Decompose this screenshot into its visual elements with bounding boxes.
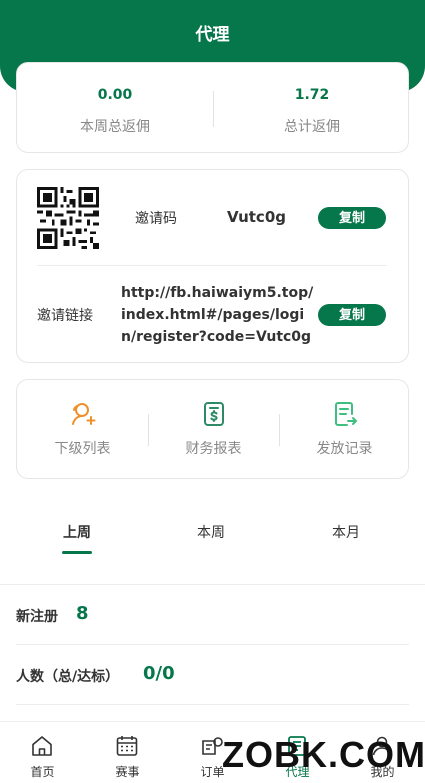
issue-record-icon <box>335 402 358 426</box>
qr-code-icon <box>37 187 99 249</box>
people-count-value: 0/0 <box>143 663 175 684</box>
invite-link-value: http://fb.haiwaiym5.top/index.html#/page… <box>121 285 314 345</box>
copy-invite-code-button[interactable]: 复制 <box>318 207 386 229</box>
nav-label-events: 赛事 <box>115 765 140 779</box>
week-commission-value: 0.00 <box>97 87 133 103</box>
invite-card: 邀请码 Vutc0g 复制 邀请链接 http://fb.haiwaiym5.t… <box>16 169 409 363</box>
nav-label-home: 首页 <box>30 765 55 779</box>
total-commission-stat: 1.72 总计返佣 <box>214 63 410 154</box>
tab-this-week[interactable]: 本周 <box>171 522 251 542</box>
active-tab-indicator <box>62 551 92 554</box>
tab-this-month[interactable]: 本月 <box>306 522 386 542</box>
nav-home[interactable]: 首页 <box>0 722 85 783</box>
summary-divider <box>16 644 409 645</box>
new-register-label: 新注册 <box>16 609 58 625</box>
watermark-text: ZOBK.COM <box>222 734 425 775</box>
menu-label-finance-report: 财务报表 <box>185 441 242 457</box>
people-count-label: 人数（总/达标） <box>16 669 120 685</box>
page-title: 代理 <box>195 25 230 45</box>
nav-events[interactable]: 赛事 <box>85 722 170 783</box>
week-commission-label: 本周总返佣 <box>80 119 150 135</box>
add-user-icon <box>72 403 96 425</box>
invite-link-label: 邀请链接 <box>37 308 93 324</box>
invite-divider <box>37 265 387 266</box>
menu-label-subordinate-list: 下级列表 <box>54 441 111 457</box>
menu-item-subordinate-list[interactable]: 下级列表 <box>17 380 148 480</box>
summary-divider <box>16 704 409 705</box>
home-icon <box>32 736 52 756</box>
calendar-icon <box>116 736 138 756</box>
menu-item-issue-record[interactable]: 发放记录 <box>279 380 410 480</box>
new-register-value: 8 <box>76 603 89 624</box>
menu-label-issue-record: 发放记录 <box>316 441 373 457</box>
total-commission-value: 1.72 <box>294 87 330 103</box>
invite-code-label: 邀请码 <box>135 211 177 227</box>
copy-invite-link-button[interactable]: 复制 <box>318 304 386 326</box>
agent-menu-card: 下级列表 财务报表 发放记录 <box>16 379 409 479</box>
finance-report-icon <box>204 402 224 426</box>
order-icon <box>202 737 223 755</box>
tabs-divider <box>0 584 425 585</box>
commission-stats-card: 0.00 本周总返佣 1.72 总计返佣 <box>16 62 409 153</box>
tab-last-week[interactable]: 上周 <box>37 522 117 542</box>
total-commission-label: 总计返佣 <box>284 119 340 135</box>
invite-code-value: Vutc0g <box>227 208 286 226</box>
week-commission-stat: 0.00 本周总返佣 <box>17 63 213 154</box>
menu-item-finance-report[interactable]: 财务报表 <box>148 380 279 480</box>
